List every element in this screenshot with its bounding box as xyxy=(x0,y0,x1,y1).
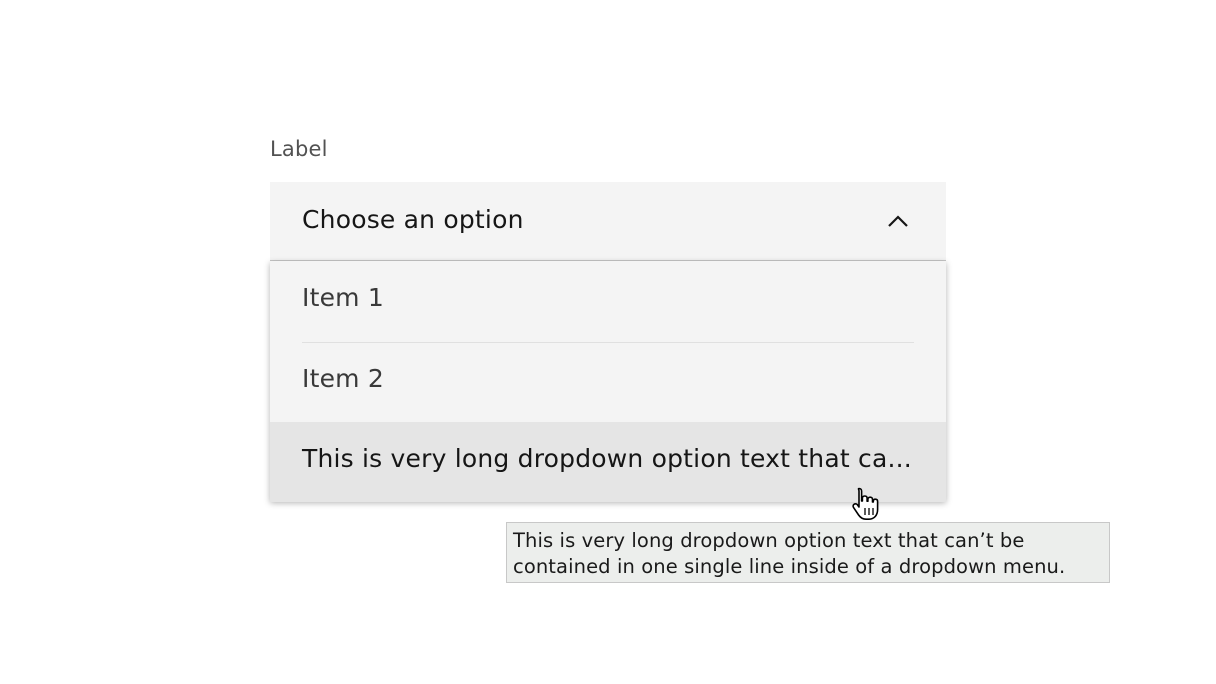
option-tooltip: This is very long dropdown option text t… xyxy=(506,522,1110,583)
dropdown-item-label: Item 2 xyxy=(302,364,384,393)
dropdown-label: Label xyxy=(270,137,328,161)
dropdown-placeholder: Choose an option xyxy=(302,205,524,234)
dropdown-trigger[interactable]: Choose an option xyxy=(270,182,946,261)
dropdown-item-label: Item 1 xyxy=(302,283,384,312)
chevron-up-icon xyxy=(888,215,908,227)
dropdown-item-2[interactable]: Item 2 xyxy=(270,342,946,422)
tooltip-line-2: contained in one single line inside of a… xyxy=(513,555,1066,578)
hand-pointer-cursor-icon xyxy=(852,487,879,520)
dropdown-item-1[interactable]: Item 1 xyxy=(270,261,946,341)
dropdown-item-long[interactable]: This is very long dropdown option text t… xyxy=(270,422,946,502)
tooltip-line-1: This is very long dropdown option text t… xyxy=(513,529,1025,552)
dropdown-menu: Item 1 Item 2 This is very long dropdown… xyxy=(270,261,946,502)
dropdown-item-label: This is very long dropdown option text t… xyxy=(302,444,912,473)
